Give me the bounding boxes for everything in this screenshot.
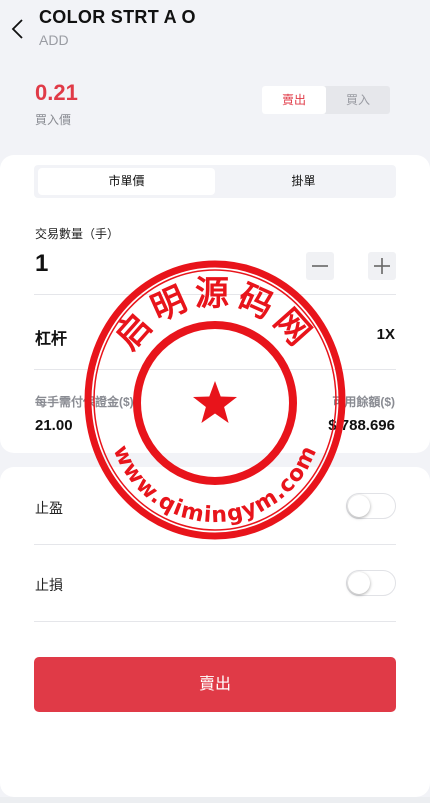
order-type-tabs: 市單價 掛單 bbox=[34, 165, 396, 198]
toggle-knob bbox=[348, 572, 370, 594]
quantity-increase-button[interactable] bbox=[368, 252, 396, 280]
divider bbox=[34, 544, 396, 545]
sell-tab[interactable]: 賣出 bbox=[262, 86, 326, 114]
take-profit-toggle[interactable] bbox=[346, 493, 396, 519]
margin-per-lot-label: 每手需付保證金($) bbox=[35, 395, 134, 409]
available-balance-label: 可用餘額($) bbox=[332, 395, 395, 409]
chevron-left-icon[interactable] bbox=[8, 16, 30, 42]
toggle-knob bbox=[348, 495, 370, 517]
divider bbox=[34, 621, 396, 622]
quantity-input[interactable]: 1 bbox=[35, 250, 48, 278]
minus-icon bbox=[312, 265, 328, 267]
side-switch: 賣出 買入 bbox=[262, 86, 390, 114]
quantity-label: 交易數量（手） bbox=[35, 227, 120, 241]
stop-loss-label: 止損 bbox=[35, 577, 63, 593]
tab-pending-order[interactable]: 掛單 bbox=[215, 168, 392, 195]
page-subtitle: ADD bbox=[39, 32, 69, 48]
page-title: COLOR STRT A O bbox=[39, 7, 196, 27]
plus-icon bbox=[374, 258, 390, 274]
risk-settings-card: 止盈 止損 賣出 bbox=[0, 467, 430, 797]
submit-sell-button[interactable]: 賣出 bbox=[34, 657, 396, 712]
divider bbox=[34, 294, 396, 295]
buy-tab[interactable]: 買入 bbox=[326, 86, 390, 114]
quantity-decrease-button[interactable] bbox=[306, 252, 334, 280]
available-balance-value: $ 788.696 bbox=[328, 417, 395, 434]
price-label: 買入價 bbox=[35, 113, 72, 127]
price-value: 0.21 bbox=[35, 80, 78, 105]
order-form-card: 市單價 掛單 交易數量（手） 1 杠杆 1X 每手需付保證金($) 21.00 … bbox=[0, 155, 430, 453]
divider bbox=[34, 369, 396, 370]
leverage-label: 杠杆 bbox=[35, 331, 68, 348]
margin-per-lot-value: 21.00 bbox=[35, 417, 73, 434]
header: COLOR STRT A O ADD bbox=[0, 0, 430, 60]
tab-market-order[interactable]: 市單價 bbox=[38, 168, 215, 195]
leverage-value[interactable]: 1X bbox=[377, 326, 395, 343]
bottom-bar bbox=[0, 797, 430, 803]
take-profit-label: 止盈 bbox=[35, 500, 63, 516]
stop-loss-toggle[interactable] bbox=[346, 570, 396, 596]
